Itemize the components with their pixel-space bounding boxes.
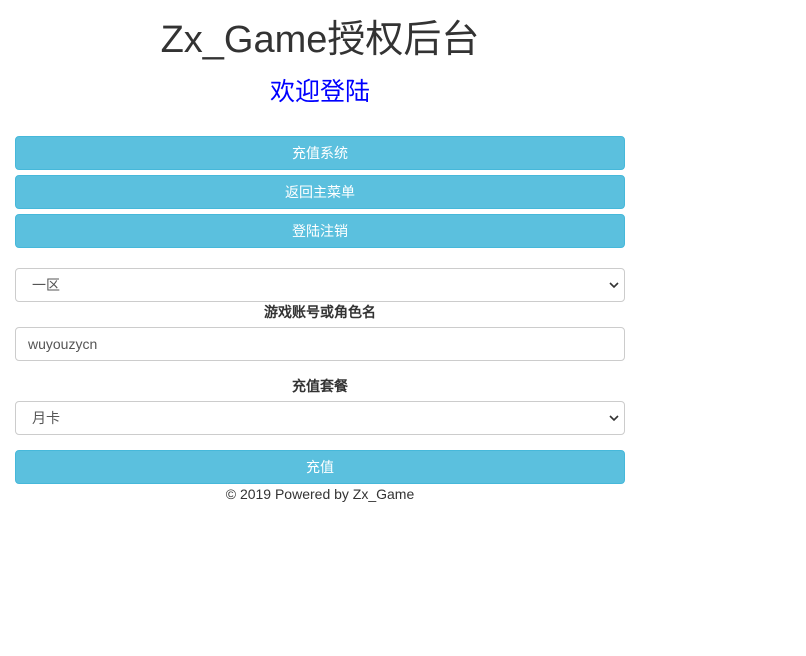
welcome-subtitle: 欢迎登陆: [269, 78, 370, 106]
footer-copyright: © 2019 Powered by Zx_Game: [225, 486, 415, 502]
server-select[interactable]: 一区: [15, 268, 625, 302]
account-input[interactable]: wuyouzycn: [15, 327, 625, 361]
account-input-value: wuyouzycn: [28, 336, 98, 352]
package-label: 充值套餐: [292, 378, 348, 394]
page-title: Zx_Game授权后台: [160, 19, 480, 61]
package-select-value: 月卡: [32, 410, 60, 426]
chevron-down-icon: [609, 282, 619, 289]
logout-button[interactable]: 登陆注销: [15, 214, 625, 248]
recharge-submit-button[interactable]: 充值: [15, 450, 625, 484]
package-select[interactable]: 月卡: [15, 401, 625, 435]
back-main-menu-button[interactable]: 返回主菜单: [15, 175, 625, 209]
account-label: 游戏账号或角色名: [264, 304, 376, 320]
chevron-down-icon: [609, 415, 619, 422]
server-select-value: 一区: [32, 277, 60, 293]
recharge-system-button[interactable]: 充值系统: [15, 136, 625, 170]
